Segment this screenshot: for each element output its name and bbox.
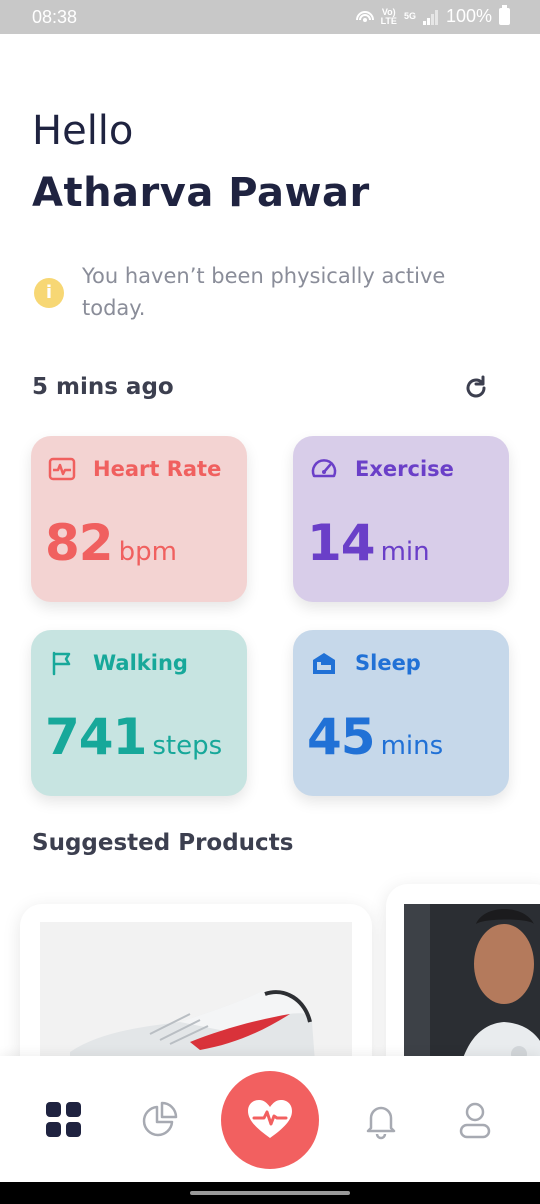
heart-rate-value: 82 bpm [45,514,177,572]
exercise-header: Exercise [309,454,454,484]
hotspot-icon [355,10,374,22]
status-time: 08:38 [32,7,78,27]
volte-icon: Vo) LTE [380,6,397,26]
walking-card[interactable]: Walking 741 steps [31,630,247,796]
greeting-hello: Hello [32,108,134,154]
exercise-label: Exercise [355,457,454,481]
exercise-value: 14 min [307,514,430,572]
last-updated: 5 mins ago [32,374,174,400]
activity-notice: i You haven’t been physically active tod… [34,260,504,324]
status-bar: 08:38 Vo) LTE 5G 100% [0,0,540,34]
heart-rate-card[interactable]: Heart Rate 82 bpm [31,436,247,602]
suggested-products-title: Suggested Products [32,830,294,856]
walking-unit: steps [152,731,223,761]
exercise-card[interactable]: Exercise 14 min [293,436,509,602]
speedometer-icon [311,459,337,478]
info-icon: i [34,278,64,308]
heart-rate-unit: bpm [118,537,177,567]
bed-icon [313,653,335,674]
home-indicator[interactable] [190,1191,350,1195]
walking-value: 741 steps [45,708,222,766]
bell-icon[interactable] [361,1100,401,1140]
heartbeat-icon [248,1100,292,1138]
status-icons: Vo) LTE 5G 100% [355,5,510,27]
refresh-icon[interactable] [462,374,490,402]
sleep-card[interactable]: Sleep 45 mins [293,630,509,796]
sleep-label: Sleep [355,651,421,675]
exercise-number: 14 [307,514,376,572]
walking-header: Walking [47,648,188,678]
battery-icon [499,5,510,25]
heart-rate-header: Heart Rate [47,454,221,484]
heartbeat-button[interactable] [221,1071,319,1169]
profile-icon[interactable] [455,1100,495,1140]
walking-number: 741 [45,708,147,766]
heart-rate-icon [48,457,76,481]
notice-text: You haven’t been physically active today… [82,264,446,320]
battery-level: 100% [445,6,492,26]
walking-label: Walking [93,651,188,675]
sleep-header: Sleep [309,648,421,678]
gesture-bar [0,1182,540,1204]
signal-icon [422,9,438,25]
bottom-navigation [0,1056,540,1182]
dashboard-icon[interactable] [44,1100,84,1140]
heart-rate-number: 82 [45,514,114,572]
heart-rate-label: Heart Rate [93,457,222,481]
sleep-number: 45 [307,708,376,766]
user-name: Atharva Pawar [32,170,370,216]
network-type: 5G [403,11,416,21]
flag-icon [52,651,71,676]
pie-chart-icon[interactable] [140,1100,180,1140]
sleep-unit: mins [380,731,444,761]
sleep-value: 45 mins [307,708,443,766]
exercise-unit: min [380,537,430,567]
